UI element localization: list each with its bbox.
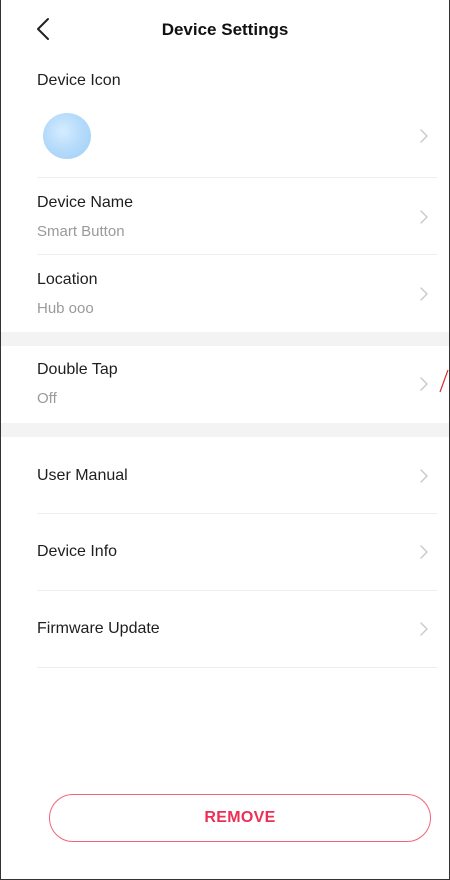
firmware-update-label: Firmware Update	[37, 620, 160, 637]
chevron-right-icon	[420, 129, 428, 143]
section-gap	[1, 423, 449, 437]
location-label: Location	[37, 271, 98, 288]
location-value: Hub ooo	[37, 300, 94, 317]
chevron-right-icon	[420, 469, 428, 483]
header: Device Settings	[1, 0, 449, 64]
chevron-right-icon	[420, 210, 428, 224]
double-tap-label: Double Tap	[37, 361, 118, 378]
chevron-right-icon	[420, 545, 428, 559]
red-annotation-mark	[439, 369, 449, 393]
page-title: Device Settings	[161, 20, 289, 39]
device-name-label: Device Name	[37, 194, 134, 211]
device-icon-preview	[43, 113, 91, 159]
double-tap-row[interactable]: Double Tap Off	[1, 346, 449, 423]
chevron-right-icon	[420, 377, 428, 391]
firmware-update-row[interactable]: Firmware Update	[1, 591, 449, 668]
location-row[interactable]: Location Hub ooo	[1, 255, 449, 332]
device-info-label: Device Info	[37, 543, 118, 560]
device-name-value: Smart Button	[37, 223, 125, 240]
device-info-row[interactable]: Device Info	[1, 514, 449, 591]
device-icon-label: Device Icon	[37, 72, 121, 89]
section-gap	[1, 332, 449, 346]
chevron-right-icon	[420, 622, 428, 636]
user-manual-row[interactable]: User Manual	[1, 437, 449, 514]
remove-button[interactable]: REMOVE	[49, 794, 431, 842]
device-name-row[interactable]: Device Name Smart Button	[1, 178, 449, 255]
row-divider	[37, 667, 437, 668]
device-icon-row[interactable]: Device Icon	[1, 64, 449, 178]
user-manual-label: User Manual	[37, 467, 128, 484]
device-settings-screen: Device Settings Device Icon Device Name …	[0, 0, 450, 880]
double-tap-value: Off	[37, 390, 57, 407]
chevron-right-icon	[420, 287, 428, 301]
